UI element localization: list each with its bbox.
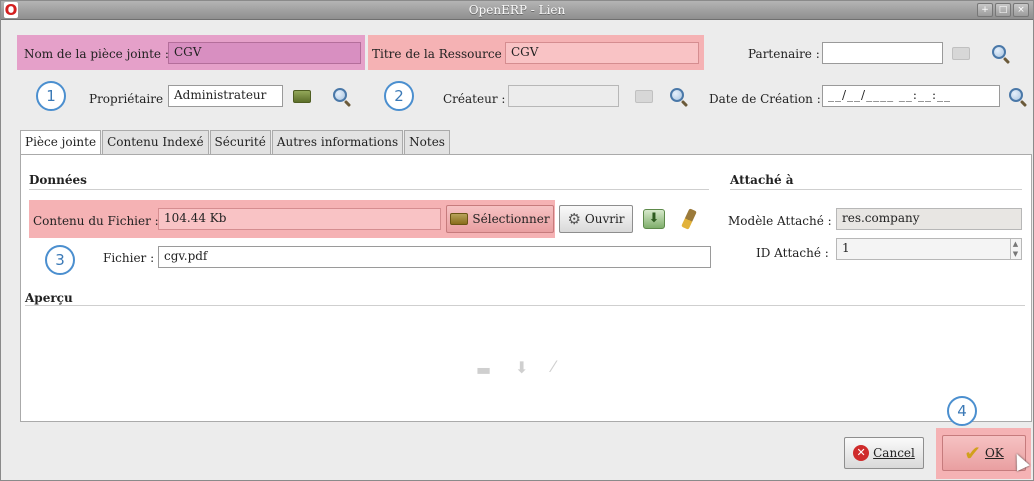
select-file-button[interactable]: Sélectionner: [446, 205, 554, 233]
search-icon[interactable]: [333, 88, 347, 102]
fichier-input[interactable]: cgv.pdf: [158, 246, 711, 268]
tab-contenu-indexe[interactable]: Contenu Indexé: [102, 130, 209, 155]
open-file-label: Ouvrir: [584, 212, 625, 226]
titre-input[interactable]: CGV: [505, 42, 699, 64]
modele-attache-label: Modèle Attaché :: [728, 214, 832, 228]
checkmark-icon: ✔: [964, 441, 981, 465]
title-bar: O OpenERP - Lien + □ ×: [1, 1, 1033, 20]
nom-input[interactable]: CGV: [168, 42, 361, 64]
id-attache-label: ID Attaché :: [756, 246, 829, 260]
annotation-2: 2: [384, 81, 414, 111]
save-file-icon[interactable]: ⬇: [643, 209, 665, 229]
open-file-button[interactable]: ⚙ Ouvrir: [559, 205, 633, 233]
createur-input[interactable]: [508, 85, 619, 107]
clear-icon[interactable]: [681, 208, 697, 230]
ok-button[interactable]: ✔ OK: [942, 435, 1026, 471]
partenaire-label: Partenaire :: [748, 47, 820, 61]
cancel-icon: ✕: [853, 445, 870, 461]
modele-attache-input[interactable]: res.company: [836, 208, 1022, 230]
cancel-label: Cancel: [873, 446, 915, 460]
divider: [730, 189, 1022, 190]
preview-folder-icon: ▬: [476, 360, 492, 379]
folder-icon: [450, 213, 469, 225]
tab-piece-jointe[interactable]: Pièce jointe: [20, 130, 102, 156]
tab-bar: Pièce jointe Contenu Indexé Sécurité Aut…: [20, 130, 451, 156]
search-icon[interactable]: [670, 88, 684, 102]
annotation-4: 4: [947, 396, 977, 426]
tab-securite[interactable]: Sécurité: [209, 130, 271, 155]
ok-label: OK: [984, 446, 1004, 460]
select-file-label: Sélectionner: [472, 212, 550, 226]
dialog-window: O OpenERP - Lien + □ × Nom de la pièce j…: [0, 0, 1034, 481]
tab-notes[interactable]: Notes: [404, 130, 450, 155]
divider: [25, 305, 1025, 306]
preview-clear-icon: ⁄: [552, 357, 555, 376]
proprietaire-input[interactable]: Administrateur: [168, 85, 283, 107]
createur-label: Créateur :: [443, 92, 506, 106]
gears-icon: ⚙: [567, 210, 581, 228]
restore-button[interactable]: □: [995, 3, 1011, 17]
apercu-section-title: Aperçu: [25, 291, 73, 305]
annotation-3: 3: [45, 245, 75, 275]
spinner-arrows-icon[interactable]: ▲ ▼: [1010, 239, 1020, 259]
search-icon[interactable]: [992, 45, 1006, 59]
partenaire-input[interactable]: [822, 42, 943, 64]
proprietaire-label: Propriétaire :: [89, 92, 171, 106]
divider: [29, 189, 709, 190]
close-button[interactable]: ×: [1013, 3, 1029, 17]
date-creation-input[interactable]: __/__/____ __:__:__: [822, 85, 1000, 107]
maximize-button[interactable]: +: [977, 3, 993, 17]
cancel-button[interactable]: ✕ Cancel: [844, 437, 924, 469]
preview-save-icon: ⬇: [515, 358, 529, 377]
tab-autres-informations[interactable]: Autres informations: [271, 130, 404, 155]
nom-label: Nom de la pièce jointe :: [24, 47, 169, 61]
titre-label: Titre de la Ressource :: [372, 47, 510, 61]
folder-icon[interactable]: [635, 90, 653, 103]
fichier-label: Fichier :: [103, 251, 155, 265]
folder-icon[interactable]: [952, 47, 970, 60]
tab-panel: Données Attaché à Contenu du Fichier : 1…: [20, 154, 1032, 422]
donnees-section-title: Données: [29, 173, 87, 187]
date-creation-label: Date de Création :: [709, 92, 821, 106]
annotation-1: 1: [36, 81, 66, 111]
attache-section-title: Attaché à: [730, 173, 794, 187]
id-attache-input[interactable]: 1: [836, 238, 1022, 260]
contenu-label: Contenu du Fichier :: [33, 214, 159, 228]
search-icon[interactable]: [1009, 88, 1023, 102]
folder-icon[interactable]: [293, 90, 311, 103]
window-title: OpenERP - Lien: [468, 3, 566, 17]
contenu-input[interactable]: 104.44 Kb: [158, 208, 441, 230]
